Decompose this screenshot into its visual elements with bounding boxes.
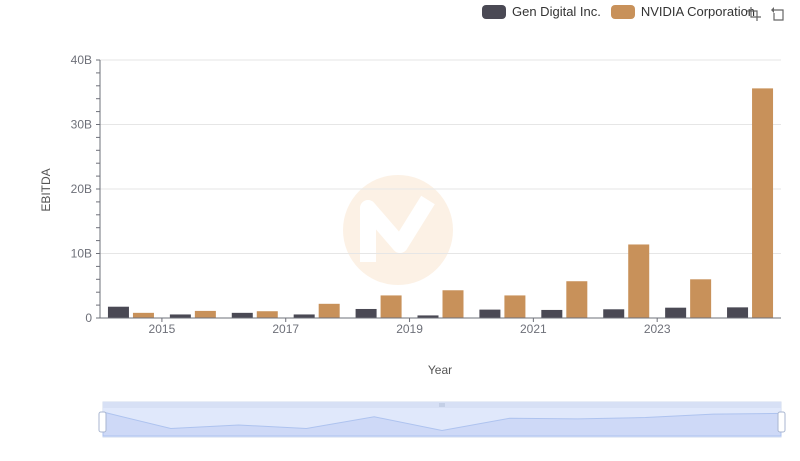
bar-gen-digital-2023: [665, 307, 687, 318]
zoom-handle-right[interactable]: [777, 411, 786, 433]
legend-swatch-gen-digital: [482, 4, 506, 19]
bar-gen-digital-2016: [231, 312, 253, 318]
axes: [96, 59, 781, 322]
legend-swatch-nvidia: [610, 4, 635, 19]
y-tick-label: 20B: [71, 182, 92, 196]
x-tick-labels: 2015 2017 2019 2021 2023: [149, 322, 671, 336]
x-tick-label: 2023: [644, 322, 671, 336]
legend-label-nvidia: NVIDIA Corporation: [640, 4, 756, 19]
bar-chart: 0 10B 20B 30B 40B 2015 2017 2019 2021 2023 EBITD…: [39, 53, 786, 438]
toolbox: [746, 6, 786, 22]
bar-nvidia-2020: [504, 295, 526, 318]
legend-label-gen-digital: Gen Digital Inc.: [512, 4, 601, 19]
zoom-handle-left[interactable]: [98, 411, 107, 433]
zoom-reset-icon[interactable]: [770, 6, 786, 22]
bar-nvidia-2015: [194, 310, 216, 318]
bar-nvidia-2022: [628, 244, 650, 318]
x-tick-label: 2017: [272, 322, 299, 336]
legend-item-gen-digital[interactable]: Gen Digital Inc.: [482, 4, 601, 19]
bar-nvidia-2023: [690, 279, 712, 318]
data-zoom-icon[interactable]: [746, 6, 762, 22]
y-tick-label: 40B: [71, 53, 92, 67]
x-tick-label: 2021: [520, 322, 547, 336]
bar-gen-digital-2015: [169, 314, 191, 318]
bar-gen-digital-2014: [107, 306, 129, 318]
legend: Gen Digital Inc. NVIDIA Corporation: [482, 4, 755, 19]
bar-gen-digital-2022: [603, 309, 625, 318]
bar-nvidia-2024: [752, 88, 774, 318]
bar-gen-digital-2020: [479, 309, 501, 318]
x-tick-label: 2015: [149, 322, 176, 336]
y-tick-label: 30B: [71, 118, 92, 132]
bar-nvidia-2018: [380, 295, 402, 318]
data-zoom-slider[interactable]: [98, 401, 786, 438]
bar-nvidia-2016: [256, 311, 278, 318]
y-tick-label: 0: [85, 311, 92, 325]
x-tick-label: 2019: [396, 322, 423, 336]
bar-nvidia-2021: [566, 281, 588, 318]
bar-gen-digital-2024: [727, 307, 749, 318]
bar-gen-digital-2021: [541, 309, 563, 318]
watermark-logo: [343, 175, 453, 285]
y-axis-title: EBITDA: [39, 168, 53, 211]
legend-item-nvidia[interactable]: NVIDIA Corporation: [610, 4, 756, 19]
watermark-circle: [343, 175, 453, 285]
x-axis-title: Year: [428, 363, 452, 377]
bar-nvidia-2014: [132, 312, 154, 318]
bar-nvidia-2019: [442, 290, 464, 318]
bar-gen-digital-2018: [355, 308, 377, 318]
bar-nvidia-2017: [318, 303, 340, 318]
y-tick-labels: 0 10B 20B 30B 40B: [71, 53, 93, 325]
y-tick-label: 10B: [71, 247, 92, 261]
bar-gen-digital-2017: [293, 314, 315, 318]
